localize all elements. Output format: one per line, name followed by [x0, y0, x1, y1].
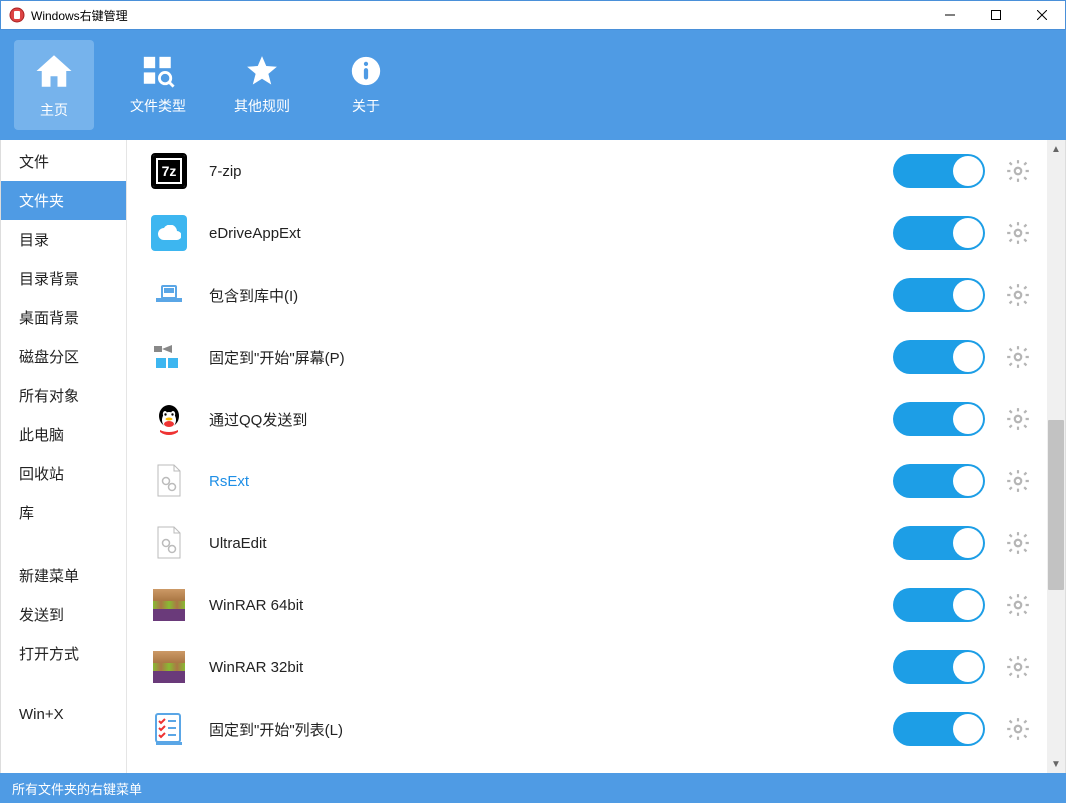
- sidebar: 文件文件夹目录目录背景桌面背景磁盘分区所有对象此电脑回收站库新建菜单发送到打开方…: [1, 140, 127, 773]
- item-label: 包含到库中(I): [209, 285, 893, 306]
- gear-icon[interactable]: [1005, 530, 1031, 556]
- tab-other-rules[interactable]: 其他规则: [222, 40, 302, 130]
- pin-start-icon: [151, 339, 187, 375]
- tab-home[interactable]: 主页: [14, 40, 94, 130]
- item-list: 7z 7-zip eDriveAppExt 包含到库中(I) 固定到"开始"屏幕(P) 通…: [127, 140, 1047, 773]
- winrar-icon: [151, 649, 187, 685]
- file-icon: [151, 463, 187, 499]
- item-label: 固定到"开始"列表(L): [209, 719, 893, 740]
- gear-icon[interactable]: [1005, 158, 1031, 184]
- scroll-up-icon[interactable]: ▲: [1047, 140, 1065, 158]
- toggle-switch[interactable]: [893, 340, 985, 374]
- gear-icon[interactable]: [1005, 220, 1031, 246]
- tab-filetype[interactable]: 文件类型: [118, 40, 198, 130]
- 7zip-icon: 7z: [151, 153, 187, 189]
- grid-search-icon: [141, 54, 175, 88]
- toggle-switch[interactable]: [893, 650, 985, 684]
- list-item: UltraEdit: [127, 512, 1047, 574]
- item-label: 固定到"开始"屏幕(P): [209, 347, 893, 368]
- file-icon: [151, 525, 187, 561]
- star-icon: [245, 54, 279, 88]
- gear-icon[interactable]: [1005, 468, 1031, 494]
- item-label: 7-zip: [209, 163, 893, 180]
- gear-icon[interactable]: [1005, 716, 1031, 742]
- app-icon: [9, 7, 25, 23]
- sidebar-item[interactable]: 文件夹: [1, 181, 126, 220]
- library-icon: [151, 277, 187, 313]
- toggle-switch[interactable]: [893, 154, 985, 188]
- toggle-switch[interactable]: [893, 402, 985, 436]
- item-label: WinRAR 32bit: [209, 659, 893, 676]
- toolbar: 主页 文件类型 其他规则 关于: [0, 30, 1066, 140]
- toggle-switch[interactable]: [893, 216, 985, 250]
- toggle-switch[interactable]: [893, 464, 985, 498]
- gear-icon[interactable]: [1005, 406, 1031, 432]
- sidebar-item[interactable]: 此电脑: [1, 415, 126, 454]
- list-item: 固定到"开始"屏幕(P): [127, 326, 1047, 388]
- sidebar-item[interactable]: 文件: [1, 142, 126, 181]
- gear-icon[interactable]: [1005, 282, 1031, 308]
- statusbar: 所有文件夹的右键菜单: [0, 773, 1066, 803]
- list-item: WinRAR 32bit: [127, 636, 1047, 698]
- sidebar-item[interactable]: 桌面背景: [1, 298, 126, 337]
- tab-about[interactable]: 关于: [326, 40, 406, 130]
- sidebar-item[interactable]: 所有对象: [1, 376, 126, 415]
- sidebar-item[interactable]: 新建菜单: [1, 556, 126, 595]
- toggle-switch[interactable]: [893, 588, 985, 622]
- item-label: eDriveAppExt: [209, 225, 893, 242]
- qq-icon: [151, 401, 187, 437]
- close-button[interactable]: [1019, 1, 1065, 30]
- list-item: RsExt: [127, 450, 1047, 512]
- list-item: 包含到库中(I): [127, 264, 1047, 326]
- sidebar-item[interactable]: 回收站: [1, 454, 126, 493]
- scrollbar-thumb[interactable]: [1048, 420, 1064, 590]
- gear-icon[interactable]: [1005, 654, 1031, 680]
- maximize-button[interactable]: [973, 1, 1019, 30]
- winrar-icon: [151, 587, 187, 623]
- item-label: UltraEdit: [209, 535, 893, 552]
- main: 7z 7-zip eDriveAppExt 包含到库中(I) 固定到"开始"屏幕(P) 通…: [127, 140, 1065, 773]
- home-icon: [33, 50, 75, 92]
- sidebar-item[interactable]: 目录: [1, 220, 126, 259]
- scroll-down-icon[interactable]: ▼: [1047, 755, 1065, 773]
- toggle-switch[interactable]: [893, 712, 985, 746]
- gear-icon[interactable]: [1005, 344, 1031, 370]
- gear-icon[interactable]: [1005, 592, 1031, 618]
- sidebar-item[interactable]: Win+X: [1, 697, 126, 732]
- cloud-icon: [151, 215, 187, 251]
- list-item: 固定到"开始"列表(L): [127, 698, 1047, 760]
- list-item: WinRAR 64bit: [127, 574, 1047, 636]
- toggle-switch[interactable]: [893, 526, 985, 560]
- item-label: WinRAR 64bit: [209, 597, 893, 614]
- minimize-button[interactable]: [927, 1, 973, 30]
- titlebar: Windows右键管理: [0, 0, 1066, 30]
- sidebar-item[interactable]: 目录背景: [1, 259, 126, 298]
- sidebar-item[interactable]: 库: [1, 493, 126, 532]
- item-label: RsExt: [209, 473, 893, 490]
- list-item: 通过QQ发送到: [127, 388, 1047, 450]
- item-label: 通过QQ发送到: [209, 409, 893, 430]
- list-item: 7z 7-zip: [127, 140, 1047, 202]
- pin-list-icon: [151, 711, 187, 747]
- tab-label: 主页: [40, 100, 68, 120]
- tab-label: 其他规则: [234, 96, 290, 116]
- tab-label: 文件类型: [130, 96, 186, 116]
- toggle-switch[interactable]: [893, 278, 985, 312]
- window-title: Windows右键管理: [31, 7, 128, 24]
- status-text: 所有文件夹的右键菜单: [12, 779, 142, 798]
- list-item: eDriveAppExt: [127, 202, 1047, 264]
- sidebar-item[interactable]: 打开方式: [1, 634, 126, 673]
- sidebar-item[interactable]: 磁盘分区: [1, 337, 126, 376]
- info-icon: [349, 54, 383, 88]
- body: 文件文件夹目录目录背景桌面背景磁盘分区所有对象此电脑回收站库新建菜单发送到打开方…: [0, 140, 1066, 773]
- tab-label: 关于: [352, 96, 380, 116]
- sidebar-item[interactable]: 发送到: [1, 595, 126, 634]
- scrollbar[interactable]: ▲ ▼: [1047, 140, 1065, 773]
